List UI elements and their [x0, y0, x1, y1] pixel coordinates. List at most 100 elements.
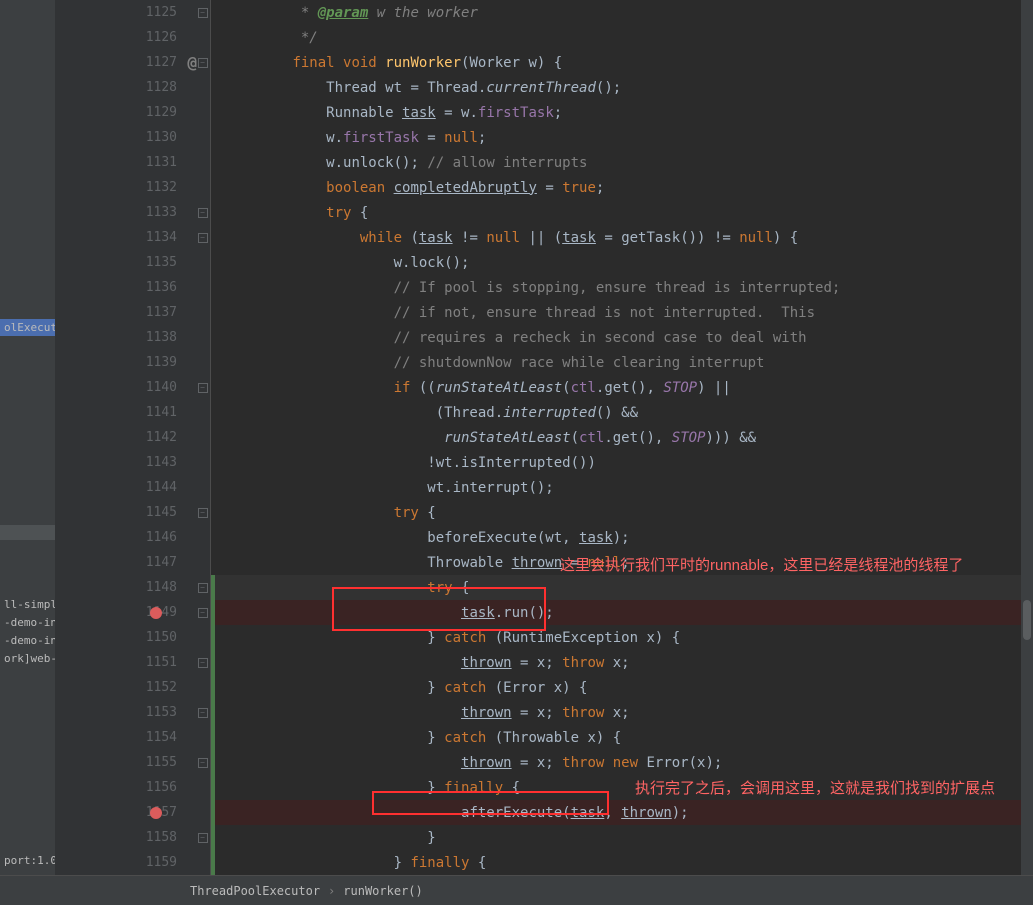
gutter-row[interactable]: 1138 — [55, 325, 195, 350]
code-line[interactable]: boolean completedAbruptly = true; — [211, 175, 1033, 200]
code-line[interactable]: wt.interrupt(); — [211, 475, 1033, 500]
gutter-row[interactable]: 1145 — [55, 500, 195, 525]
gutter-row[interactable]: 1139 — [55, 350, 195, 375]
code-line[interactable]: beforeExecute(wt, task); — [211, 525, 1033, 550]
fold-row[interactable] — [195, 525, 210, 550]
gutter-row[interactable]: 1131 — [55, 150, 195, 175]
line-number-gutter[interactable]: 112511261127@112811291130113111321133113… — [55, 0, 195, 875]
gutter-row[interactable]: 1133 — [55, 200, 195, 225]
gutter-row[interactable]: 1143 — [55, 450, 195, 475]
fold-row[interactable] — [195, 175, 210, 200]
fold-icon[interactable]: − — [198, 583, 208, 593]
fold-row[interactable] — [195, 450, 210, 475]
fold-row[interactable] — [195, 275, 210, 300]
fold-icon[interactable]: − — [198, 658, 208, 668]
fold-icon[interactable]: − — [198, 208, 208, 218]
gutter-row[interactable]: 1137 — [55, 300, 195, 325]
sidebar-item[interactable]: -demo-in — [0, 632, 55, 649]
fold-row[interactable]: − — [195, 200, 210, 225]
sidebar-item[interactable]: ork]web- — [0, 650, 55, 667]
fold-row[interactable]: − — [195, 575, 210, 600]
fold-icon[interactable]: − — [198, 383, 208, 393]
code-line[interactable]: final void runWorker(Worker w) { — [211, 50, 1033, 75]
code-editor[interactable]: 112511261127@112811291130113111321133113… — [55, 0, 1033, 875]
code-line[interactable]: Runnable task = w.firstTask; — [211, 100, 1033, 125]
gutter-row[interactable]: 1155 — [55, 750, 195, 775]
code-line[interactable]: (Thread.interrupted() && — [211, 400, 1033, 425]
sidebar-item[interactable]: -demo-in — [0, 614, 55, 631]
gutter-row[interactable]: 1134 — [55, 225, 195, 250]
code-line[interactable]: w.lock(); — [211, 250, 1033, 275]
breadcrumb-class[interactable]: ThreadPoolExecutor — [190, 884, 320, 898]
fold-row[interactable] — [195, 675, 210, 700]
gutter-row[interactable]: 1146 — [55, 525, 195, 550]
gutter-row[interactable]: 1148 — [55, 575, 195, 600]
code-line[interactable]: !wt.isInterrupted()) — [211, 450, 1033, 475]
code-line[interactable]: // if not, ensure thread is not interrup… — [211, 300, 1033, 325]
code-line[interactable]: } — [211, 825, 1033, 850]
fold-icon[interactable]: − — [198, 608, 208, 618]
gutter-row[interactable]: 1132 — [55, 175, 195, 200]
fold-row[interactable] — [195, 475, 210, 500]
code-line[interactable]: afterExecute(task, thrown); — [211, 800, 1033, 825]
gutter-row[interactable]: 1136 — [55, 275, 195, 300]
gutter-row[interactable]: 1158 — [55, 825, 195, 850]
gutter-row[interactable]: 1152 — [55, 675, 195, 700]
gutter-row[interactable]: 1142 — [55, 425, 195, 450]
fold-row[interactable] — [195, 850, 210, 875]
sidebar-active-tab[interactable]: olExecuto — [0, 319, 55, 336]
code-line[interactable]: */ — [211, 25, 1033, 50]
fold-row[interactable] — [195, 150, 210, 175]
code-line[interactable]: // If pool is stopping, ensure thread is… — [211, 275, 1033, 300]
code-line[interactable]: thrown = x; throw new Error(x); — [211, 750, 1033, 775]
code-area[interactable]: * @param w the worker */ final void runW… — [211, 0, 1033, 875]
fold-row[interactable] — [195, 350, 210, 375]
fold-icon[interactable]: − — [198, 758, 208, 768]
gutter-row[interactable]: 1128 — [55, 75, 195, 100]
gutter-row[interactable]: 1153 — [55, 700, 195, 725]
code-line[interactable]: // shutdownNow race while clearing inter… — [211, 350, 1033, 375]
code-line[interactable]: thrown = x; throw x; — [211, 700, 1033, 725]
gutter-row[interactable]: 1149 — [55, 600, 195, 625]
gutter-row[interactable]: 1154 — [55, 725, 195, 750]
fold-row[interactable]: − — [195, 50, 210, 75]
fold-row[interactable] — [195, 100, 210, 125]
gutter-row[interactable]: 1159 — [55, 850, 195, 875]
code-line[interactable]: runStateAtLeast(ctl.get(), STOP))) && — [211, 425, 1033, 450]
code-line[interactable]: w.firstTask = null; — [211, 125, 1033, 150]
override-icon[interactable]: @ — [187, 53, 197, 72]
fold-row[interactable]: − — [195, 650, 210, 675]
fold-icon[interactable]: − — [198, 833, 208, 843]
gutter-row[interactable]: 1141 — [55, 400, 195, 425]
breadcrumb-method[interactable]: runWorker() — [343, 884, 422, 898]
fold-icon[interactable]: − — [198, 233, 208, 243]
fold-row[interactable] — [195, 625, 210, 650]
code-line[interactable]: // requires a recheck in second case to … — [211, 325, 1033, 350]
fold-row[interactable] — [195, 725, 210, 750]
code-line[interactable]: w.unlock(); // allow interrupts — [211, 150, 1033, 175]
breakpoint-icon[interactable] — [150, 807, 162, 819]
code-line[interactable]: while (task != null || (task = getTask()… — [211, 225, 1033, 250]
gutter-row[interactable]: 1157 — [55, 800, 195, 825]
fold-row[interactable] — [195, 550, 210, 575]
gutter-row[interactable]: 1135 — [55, 250, 195, 275]
code-line[interactable]: } catch (Throwable x) { — [211, 725, 1033, 750]
scroll-thumb[interactable] — [1023, 600, 1031, 640]
code-line[interactable]: thrown = x; throw x; — [211, 650, 1033, 675]
gutter-row[interactable]: 1126 — [55, 25, 195, 50]
gutter-row[interactable]: 1140 — [55, 375, 195, 400]
fold-row[interactable] — [195, 775, 210, 800]
fold-row[interactable] — [195, 400, 210, 425]
fold-icon[interactable]: − — [198, 508, 208, 518]
gutter-row[interactable]: 1129 — [55, 100, 195, 125]
fold-row[interactable] — [195, 800, 210, 825]
code-line[interactable]: * @param w the worker — [211, 0, 1033, 25]
breadcrumb[interactable]: ThreadPoolExecutor › runWorker() — [0, 875, 1033, 905]
gutter-row[interactable]: 1130 — [55, 125, 195, 150]
fold-row[interactable]: − — [195, 0, 210, 25]
fold-row[interactable]: − — [195, 825, 210, 850]
fold-row[interactable] — [195, 300, 210, 325]
gutter-row[interactable]: 1150 — [55, 625, 195, 650]
fold-row[interactable]: − — [195, 500, 210, 525]
code-line[interactable]: if ((runStateAtLeast(ctl.get(), STOP) || — [211, 375, 1033, 400]
